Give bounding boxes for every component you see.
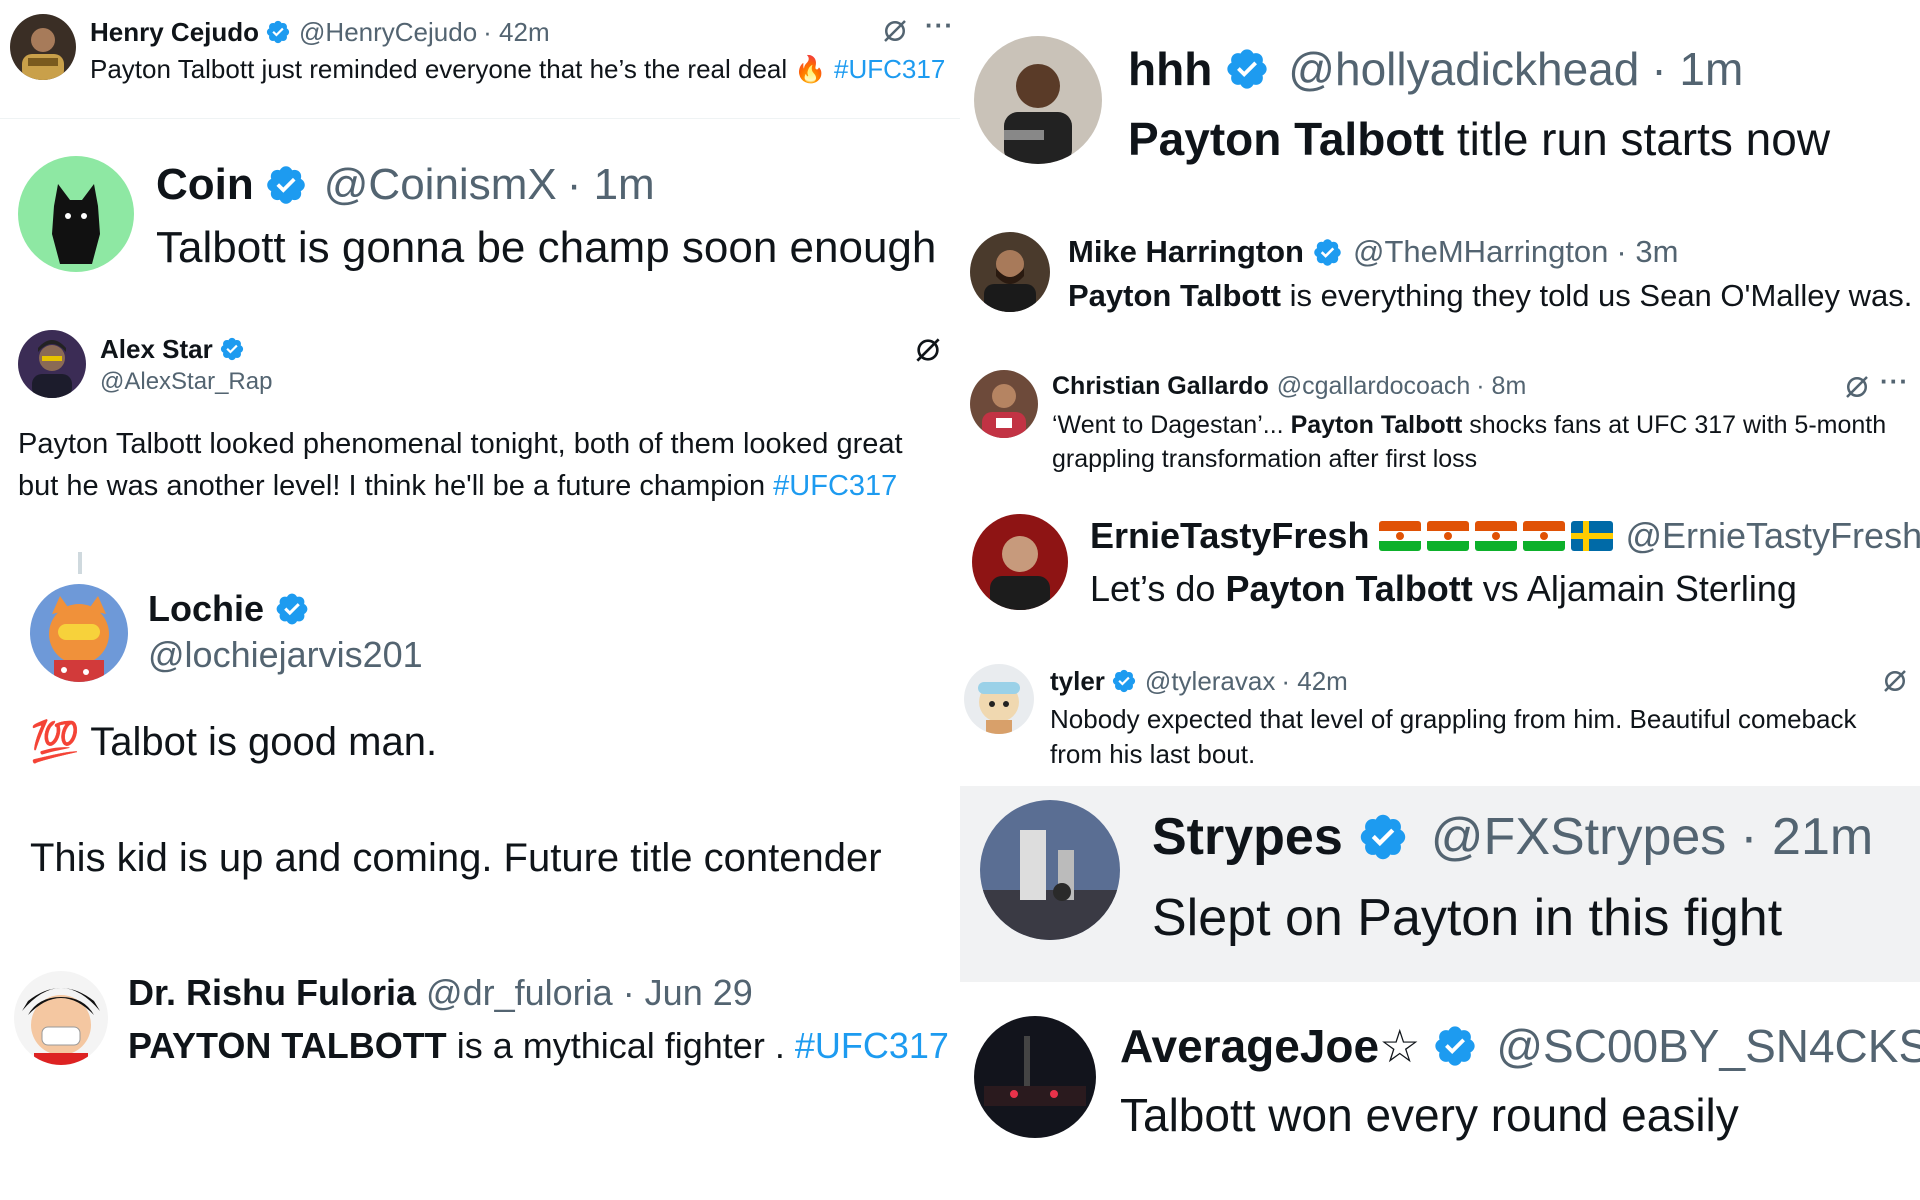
- tweet-text-line-1: Payton Talbott looked phenomenal tonight…: [18, 428, 903, 460]
- tweet-text-line-1: ‘Went to Dagestan’... Payton Talbott sho…: [1052, 411, 1887, 439]
- hashtag-link[interactable]: #UFC317: [795, 1025, 949, 1066]
- handle[interactable]: @HenryCejudo: [299, 17, 477, 48]
- thread-line: [78, 552, 82, 574]
- tweet-ernie-tasty-fresh[interactable]: ErnieTastyFresh @ErnieTastyFresh Let’s d…: [960, 500, 1920, 630]
- timestamp[interactable]: · 21m: [1740, 807, 1873, 867]
- verified-badge-icon: [1357, 811, 1409, 863]
- tweet-text-line-2: This kid is up and coming. Future title …: [30, 836, 882, 880]
- tweet-text: Slept on Payton in this fight: [1152, 889, 1783, 947]
- avatar[interactable]: [30, 584, 128, 682]
- niger-flag-icon: [1427, 521, 1470, 551]
- avatar[interactable]: [14, 971, 108, 1065]
- display-name[interactable]: hhh: [1128, 42, 1212, 96]
- handle[interactable]: @ErnieTastyFresh: [1625, 515, 1920, 557]
- verified-badge-icon: [1432, 1023, 1478, 1069]
- handle[interactable]: @TheMHarrington: [1353, 234, 1608, 270]
- timestamp[interactable]: · 42m: [1281, 666, 1347, 697]
- verified-badge-icon: [1224, 46, 1270, 92]
- tweet-strypes[interactable]: Strypes @FXStrypes · 21m Slept on Payton…: [960, 786, 1920, 982]
- display-name[interactable]: Coin: [156, 160, 254, 210]
- sweden-flag-icon: [1571, 521, 1614, 551]
- avatar[interactable]: [972, 514, 1068, 610]
- avatar[interactable]: [970, 232, 1050, 312]
- timestamp[interactable]: · 1m: [1651, 42, 1743, 96]
- display-name[interactable]: tyler: [1050, 666, 1105, 697]
- tweet-alex-star[interactable]: Alex Star @AlexStar_Rap Payton Talbott l…: [0, 320, 960, 540]
- display-name[interactable]: Mike Harrington: [1068, 234, 1304, 270]
- handle[interactable]: @AlexStar_Rap: [100, 368, 272, 396]
- display-name[interactable]: ErnieTastyFresh: [1090, 515, 1369, 557]
- tweet-coin[interactable]: Coin @CoinismX · 1m Talbott is gonna be …: [0, 140, 960, 300]
- no-notification-icon[interactable]: [880, 16, 910, 46]
- handle[interactable]: @hollyadickhead: [1288, 42, 1639, 96]
- timestamp[interactable]: · 3m: [1616, 234, 1678, 270]
- no-notification-icon[interactable]: [1842, 372, 1872, 402]
- avatar[interactable]: [970, 370, 1038, 438]
- tweet-average-joe[interactable]: AverageJoe☆ @SC00BY_SN4CKS_ Talbott won …: [960, 1000, 1920, 1170]
- more-icon[interactable]: ···: [925, 10, 954, 41]
- display-name[interactable]: Strypes: [1152, 807, 1343, 867]
- verified-badge-icon: [274, 591, 310, 627]
- tweet-text-line-2: but he was another level! I think he'll …: [18, 470, 898, 502]
- no-notification-icon[interactable]: [1880, 666, 1910, 696]
- avatar[interactable]: [980, 800, 1120, 940]
- niger-flag-icon: [1379, 521, 1422, 551]
- tweet-henry-cejudo[interactable]: Henry Cejudo @HenryCejudo · 42m Payton T…: [0, 0, 960, 120]
- hundred-emoji: 💯: [30, 720, 80, 764]
- handle[interactable]: @CoinismX: [324, 160, 557, 210]
- avatar[interactable]: [18, 330, 86, 398]
- tweet-hhh[interactable]: hhh @hollyadickhead · 1m Payton Talbott …: [960, 0, 1920, 200]
- display-name[interactable]: Henry Cejudo: [90, 17, 259, 48]
- display-name[interactable]: Christian Gallardo: [1052, 372, 1269, 401]
- timestamp[interactable]: · 8m: [1476, 372, 1526, 401]
- niger-flag-icon: [1523, 521, 1566, 551]
- handle[interactable]: @SC00BY_SN4CKS_: [1496, 1019, 1920, 1073]
- avatar[interactable]: [974, 36, 1102, 164]
- verified-badge-icon: [265, 19, 291, 45]
- avatar[interactable]: [10, 14, 76, 80]
- tweet-text: Talbott is gonna be champ soon enough: [156, 223, 937, 272]
- avatar[interactable]: [18, 156, 134, 272]
- verified-badge-icon: [219, 336, 245, 362]
- timestamp[interactable]: · 42m: [483, 17, 549, 48]
- display-name[interactable]: AverageJoe☆: [1120, 1019, 1420, 1073]
- fire-emoji: 🔥: [794, 54, 827, 84]
- tweet-text-line-2: from his last bout.: [1050, 739, 1256, 769]
- verified-badge-icon: [264, 163, 308, 207]
- tweet-mike-harrington[interactable]: Mike Harrington @TheMHarrington · 3m Pay…: [960, 220, 1920, 340]
- tweet-text: Payton Talbott just reminded everyone th…: [90, 54, 946, 84]
- handle[interactable]: @dr_fuloria: [426, 972, 613, 1014]
- tweet-rishu-fuloria[interactable]: Dr. Rishu Fuloria @dr_fuloria · Jun 29 P…: [0, 955, 960, 1085]
- divider: [0, 118, 960, 119]
- display-name[interactable]: Lochie: [148, 588, 264, 630]
- no-notification-icon[interactable]: [912, 334, 944, 366]
- avatar[interactable]: [964, 664, 1034, 734]
- tweet-text-line-1: Nobody expected that level of grappling …: [1050, 704, 1857, 734]
- handle[interactable]: @cgallardocoach: [1277, 372, 1471, 401]
- tweet-text: Let’s do Payton Talbott vs Aljamain Ster…: [1090, 568, 1797, 609]
- verified-badge-icon: [1111, 668, 1137, 694]
- tweet-text: Payton Talbott is everything they told u…: [1068, 278, 1913, 313]
- handle[interactable]: @FXStrypes: [1431, 807, 1727, 867]
- tweet-text: PAYTON TALBOTT is a mythical fighter . #…: [128, 1025, 949, 1066]
- verified-badge-icon: [1312, 237, 1343, 268]
- timestamp[interactable]: · Jun 29: [623, 972, 753, 1014]
- avatar[interactable]: [974, 1016, 1096, 1138]
- tweet-text: Payton Talbott title run starts now: [1128, 113, 1831, 165]
- timestamp[interactable]: · 1m: [567, 160, 655, 210]
- hashtag-link[interactable]: #UFC317: [834, 54, 945, 84]
- tweet-tyler[interactable]: tyler @tyleravax · 42m Nobody expected t…: [960, 652, 1920, 782]
- tweet-text: Talbott won every round easily: [1120, 1089, 1739, 1141]
- tweet-christian-gallardo[interactable]: Christian Gallardo @cgallardocoach · 8m …: [960, 358, 1920, 488]
- tweet-text-line-1: 💯 Talbot is good man.: [30, 720, 438, 764]
- hashtag-link[interactable]: #UFC317: [773, 470, 897, 502]
- more-icon[interactable]: ···: [1880, 366, 1909, 397]
- tweet-lochie[interactable]: Lochie @lochiejarvis201 💯 Talbot is good…: [0, 550, 960, 930]
- tweet-text-line-2: grappling transformation after first los…: [1052, 445, 1478, 473]
- handle[interactable]: @lochiejarvis201: [148, 634, 423, 676]
- display-name[interactable]: Dr. Rishu Fuloria: [128, 972, 416, 1014]
- display-name[interactable]: Alex Star: [100, 334, 213, 365]
- niger-flag-icon: [1475, 521, 1518, 551]
- handle[interactable]: @tyleravax: [1145, 666, 1275, 697]
